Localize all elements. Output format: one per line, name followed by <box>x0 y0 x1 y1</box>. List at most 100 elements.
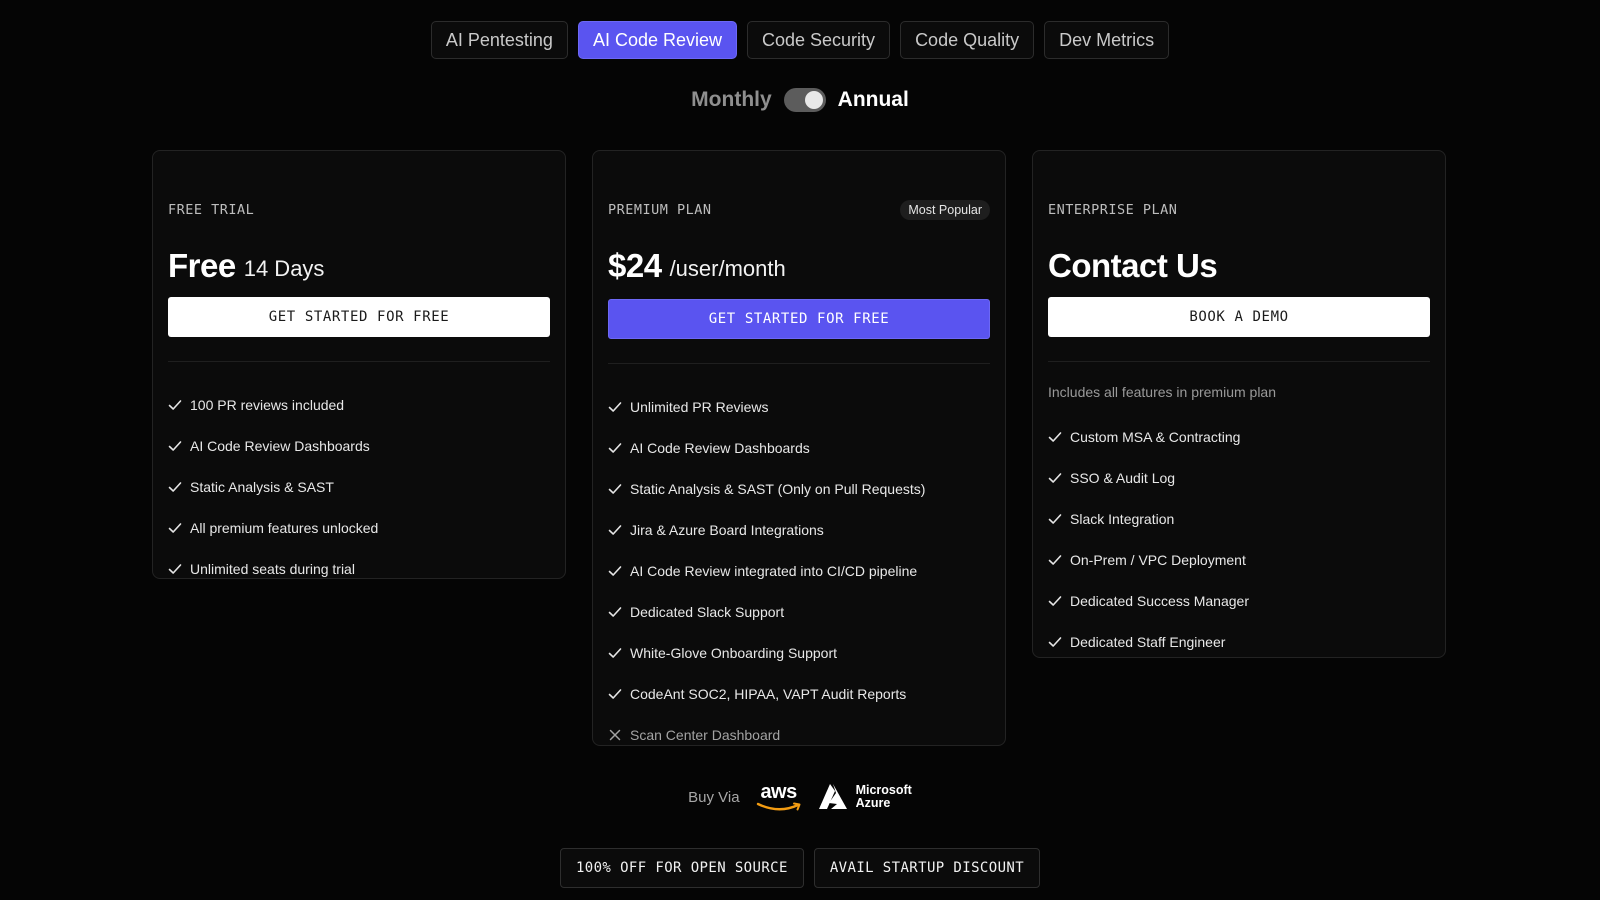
plan-price: $24 /user/month <box>608 241 990 283</box>
plan-price: Free 14 Days <box>168 241 550 283</box>
feature-label: SSO & Audit Log <box>1070 469 1176 486</box>
toggle-knob <box>804 91 823 109</box>
feature-label: AI Code Review integrated into CI/CD pip… <box>630 562 918 579</box>
tab-code-security[interactable]: Code Security <box>747 21 891 59</box>
feature-label: Dedicated Slack Support <box>630 603 785 620</box>
aws-logo-text: aws <box>760 781 797 803</box>
feature-label: Custom MSA & Contracting <box>1070 428 1241 445</box>
tab-dev-metrics[interactable]: Dev Metrics <box>1044 21 1170 59</box>
feature-item: Unlimited seats during trial <box>168 548 550 589</box>
feature-item: White-Glove Onboarding Support <box>608 632 990 673</box>
check-icon <box>1048 635 1062 649</box>
divider <box>1048 361 1430 362</box>
price-amount: $24 <box>608 247 662 284</box>
open-source-discount-button[interactable]: 100% OFF FOR OPEN SOURCE <box>559 848 804 888</box>
tab-code-quality[interactable]: Code Quality <box>900 21 1035 59</box>
plan-name: ENTERPRISE PLAN <box>1048 202 1178 218</box>
check-icon <box>1048 553 1062 567</box>
azure-logo-text: Microsoft Azure <box>856 784 912 810</box>
feature-label: White-Glove Onboarding Support <box>630 644 837 661</box>
feature-label: CodeAnt SOC2, HIPAA, VAPT Audit Reports <box>630 685 907 702</box>
premium-get-started-button[interactable]: GET STARTED FOR FREE <box>608 299 990 339</box>
check-icon <box>608 564 622 578</box>
free-get-started-button[interactable]: GET STARTED FOR FREE <box>168 297 550 337</box>
feature-label: On-Prem / VPC Deployment <box>1070 551 1246 568</box>
feature-label: AI Code Review Dashboards <box>190 437 370 454</box>
buy-via-label: Buy Via <box>688 788 740 806</box>
feature-item: Jira & Azure Board Integrations <box>608 509 990 550</box>
feature-label: AI Code Review Dashboards <box>630 439 810 456</box>
feature-item: On-Prem / VPC Deployment <box>1048 539 1430 580</box>
buy-via-row: Buy Via aws Microsoft Azure <box>0 782 1600 812</box>
feature-item: Static Analysis & SAST <box>168 466 550 507</box>
book-demo-button[interactable]: BOOK A DEMO <box>1048 297 1430 337</box>
feature-label: Static Analysis & SAST <box>190 478 334 495</box>
price-amount: Contact Us <box>1048 247 1218 284</box>
monthly-label[interactable]: Monthly <box>691 88 771 112</box>
check-icon <box>1048 430 1062 444</box>
billing-toggle[interactable] <box>783 88 826 112</box>
feature-item: AI Code Review Dashboards <box>168 425 550 466</box>
azure-marketplace-link[interactable]: Microsoft Azure <box>816 783 912 811</box>
x-icon <box>608 728 622 742</box>
feature-item: AI Code Review Dashboards <box>608 427 990 468</box>
plan-header: PREMIUM PLAN Most Popular <box>608 151 990 221</box>
feature-label: Slack Integration <box>1070 510 1175 527</box>
tab-ai-code-review[interactable]: AI Code Review <box>577 21 737 59</box>
check-icon <box>168 398 182 412</box>
discount-buttons: 100% OFF FOR OPEN SOURCE AVAIL STARTUP D… <box>0 848 1600 888</box>
feature-item: Custom MSA & Contracting <box>1048 416 1430 457</box>
feature-label: Jira & Azure Board Integrations <box>630 521 824 538</box>
feature-item: All premium features unlocked <box>168 507 550 548</box>
check-icon <box>1048 471 1062 485</box>
aws-marketplace-link[interactable]: aws <box>756 782 802 812</box>
price-suffix: /user/month <box>669 256 786 281</box>
product-tabs: AI Pentesting AI Code Review Code Securi… <box>0 21 1600 59</box>
azure-line-2: Azure <box>855 796 891 810</box>
check-icon <box>608 605 622 619</box>
divider <box>608 363 990 364</box>
feature-label: 100 PR reviews included <box>190 396 345 413</box>
check-icon <box>1048 594 1062 608</box>
feature-label: Scan Center Dashboard <box>630 726 781 743</box>
feature-item: AI Code Review integrated into CI/CD pip… <box>608 550 990 591</box>
feature-item: Slack Integration <box>1048 498 1430 539</box>
plan-header: FREE TRIAL <box>168 151 550 221</box>
feature-label: Unlimited PR Reviews <box>630 398 769 415</box>
plan-header: ENTERPRISE PLAN <box>1048 151 1430 221</box>
price-amount: Free <box>168 247 236 284</box>
aws-smile-icon <box>756 802 801 811</box>
feature-item: Static Analysis & SAST (Only on Pull Req… <box>608 468 990 509</box>
enterprise-plan-card: ENTERPRISE PLAN Contact Us BOOK A DEMO I… <box>1032 150 1446 658</box>
check-icon <box>168 480 182 494</box>
excluded-feature-item: Scan Center Dashboard <box>608 714 990 755</box>
check-icon <box>608 441 622 455</box>
feature-item: CodeAnt SOC2, HIPAA, VAPT Audit Reports <box>608 673 990 714</box>
startup-discount-button[interactable]: AVAIL STARTUP DISCOUNT <box>813 848 1041 888</box>
check-icon <box>1048 512 1062 526</box>
includes-note: Includes all features in premium plan <box>1048 384 1277 400</box>
tab-ai-pentesting[interactable]: AI Pentesting <box>430 21 568 59</box>
check-icon <box>608 523 622 537</box>
feature-item: Dedicated Slack Support <box>608 591 990 632</box>
feature-list: Unlimited PR Reviews AI Code Review Dashb… <box>608 386 990 755</box>
feature-list: Custom MSA & Contracting SSO & Audit Log S… <box>1048 416 1430 662</box>
check-icon <box>608 687 622 701</box>
price-suffix: 14 Days <box>243 256 325 281</box>
plan-name: FREE TRIAL <box>168 202 255 218</box>
feature-item: Dedicated Staff Engineer <box>1048 621 1430 662</box>
feature-label: Dedicated Staff Engineer <box>1070 633 1226 650</box>
feature-item: Dedicated Success Manager <box>1048 580 1430 621</box>
plan-price: Contact Us <box>1048 241 1430 283</box>
check-icon <box>608 400 622 414</box>
azure-logo-icon <box>818 784 847 809</box>
feature-label: All premium features unlocked <box>190 519 379 536</box>
feature-item: SSO & Audit Log <box>1048 457 1430 498</box>
check-icon <box>608 646 622 660</box>
free-trial-card: FREE TRIAL Free 14 Days GET STARTED FOR … <box>152 150 566 579</box>
premium-plan-card: PREMIUM PLAN Most Popular $24 /user/mont… <box>592 150 1006 746</box>
most-popular-badge: Most Popular <box>900 200 990 220</box>
feature-label: Unlimited seats during trial <box>190 560 355 577</box>
annual-label[interactable]: Annual <box>838 88 909 112</box>
feature-list: 100 PR reviews included AI Code Review Da… <box>168 384 550 589</box>
